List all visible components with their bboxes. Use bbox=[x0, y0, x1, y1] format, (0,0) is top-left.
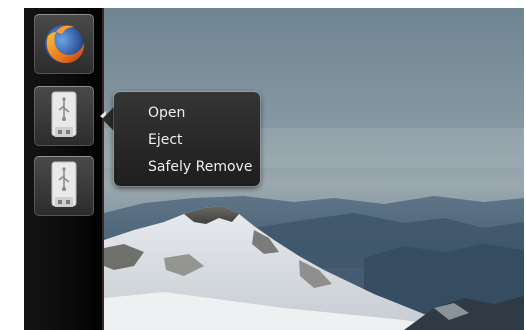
quicklist-menu: Open Eject Safely Remove bbox=[102, 92, 262, 188]
launcher-item-usb-drive[interactable] bbox=[34, 86, 94, 146]
launcher-item-usb-drive[interactable] bbox=[34, 156, 94, 216]
launcher-item-firefox[interactable] bbox=[34, 14, 94, 74]
launcher bbox=[24, 8, 106, 330]
context-menu: Open Eject Safely Remove bbox=[114, 92, 260, 186]
menu-item-open[interactable]: Open bbox=[148, 104, 185, 122]
menu-item-safely-remove[interactable]: Safely Remove bbox=[148, 158, 252, 176]
usb-drive-icon bbox=[51, 161, 77, 207]
menu-item-eject[interactable]: Eject bbox=[148, 131, 183, 149]
screen: Open Eject Safely Remove bbox=[24, 8, 524, 330]
usb-drive-icon bbox=[51, 91, 77, 137]
firefox-icon bbox=[45, 25, 85, 64]
